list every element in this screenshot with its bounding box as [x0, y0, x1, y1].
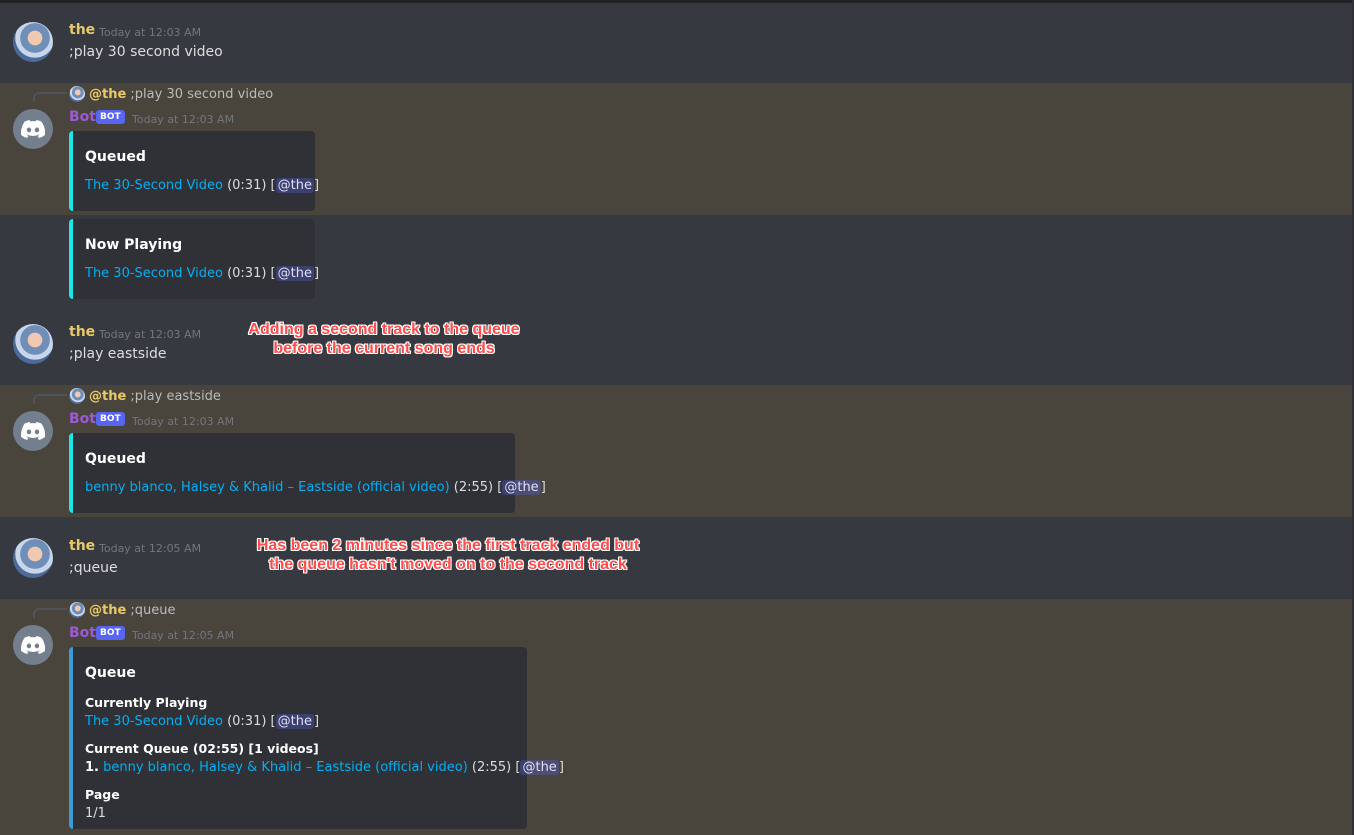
username[interactable]: the [69, 324, 95, 340]
current-queue-label: Current Queue (02:55) [1 videos] [85, 741, 319, 756]
bracket-close: ] [558, 760, 564, 775]
track-link[interactable]: The 30-Second Video [85, 266, 223, 281]
embed: Now Playing The 30-Second Video (0:31) [… [69, 219, 319, 299]
page-label: Page [85, 787, 120, 802]
avatar[interactable] [13, 22, 53, 62]
currently-playing-label: Currently Playing [85, 695, 208, 710]
timestamp: Today at 12:03 AM [132, 415, 235, 428]
track-link[interactable]: benny blanco, Halsey & Khalid – Eastside… [85, 480, 450, 495]
username[interactable]: the [69, 22, 95, 38]
timestamp: Today at 12:03 AM [99, 328, 202, 341]
embed-title: Now Playing [85, 237, 183, 253]
user-mention[interactable]: @the [275, 266, 314, 281]
avatar[interactable] [13, 109, 53, 149]
embed-title: Queue [85, 665, 136, 681]
reply-preview[interactable]: @the ;play eastside [89, 389, 221, 404]
annotation-line: Has been 2 minutes since the first track… [256, 537, 640, 554]
reply-preview[interactable]: @the ;queue [89, 603, 176, 618]
annotation-line: the queue hasn't moved on to the second … [269, 556, 627, 573]
discord-icon [21, 120, 45, 138]
reply-content: ;play eastside [126, 389, 221, 404]
track-link[interactable]: The 30-Second Video [85, 178, 223, 193]
avatar[interactable] [13, 411, 53, 451]
track-duration: (0:31) [ [222, 266, 276, 281]
user-mention[interactable]: @the [502, 480, 541, 495]
reply-mention[interactable]: @the [89, 389, 126, 404]
current-track-line: The 30-Second Video (0:31) [@the] [85, 714, 319, 729]
timestamp: Today at 12:05 AM [99, 542, 202, 555]
bot-badge: BOT [96, 110, 125, 124]
reply-mention[interactable]: @the [89, 87, 126, 102]
reply-connector [33, 92, 67, 102]
reply-mention[interactable]: @the [89, 603, 126, 618]
embed: Queued The 30-Second Video (0:31) [@the] [69, 131, 319, 211]
user-mention[interactable]: @the [520, 760, 559, 775]
reply-content: ;play 30 second video [126, 87, 274, 102]
discord-icon [21, 422, 45, 440]
reply-avatar [69, 602, 85, 618]
user-mention[interactable]: @the [275, 714, 314, 729]
bot-badge: BOT [96, 626, 125, 640]
track-duration: (2:55) [ [467, 760, 521, 775]
page-value: 1/1 [85, 806, 106, 821]
track-link[interactable]: benny blanco, Halsey & Khalid – Eastside… [103, 760, 468, 775]
bot-badge: BOT [96, 412, 125, 426]
track-link[interactable]: The 30-Second Video [85, 714, 223, 729]
track-duration: (0:31) [ [222, 178, 276, 193]
embed: Queued benny blanco, Halsey & Khalid – E… [69, 433, 546, 513]
user-mention[interactable]: @the [275, 178, 314, 193]
timestamp: Today at 12:03 AM [99, 26, 202, 39]
track-duration: (0:31) [ [222, 714, 276, 729]
bracket-close: ] [313, 714, 320, 729]
annotation-line: Adding a second track to the queue [248, 321, 520, 338]
avatar[interactable] [13, 324, 53, 364]
embed: Queue Currently Playing The 30-Second Vi… [69, 647, 564, 829]
embed-description: The 30-Second Video (0:31) [@the] [85, 178, 319, 193]
reply-avatar [69, 86, 85, 102]
top-border [0, 0, 1354, 3]
discord-icon [21, 636, 45, 654]
timestamp: Today at 12:05 AM [132, 629, 235, 642]
avatar[interactable] [13, 538, 53, 578]
bracket-close: ] [540, 480, 546, 495]
avatar[interactable] [13, 625, 53, 665]
bracket-close: ] [313, 178, 320, 193]
embed-description: benny blanco, Halsey & Khalid – Eastside… [85, 480, 546, 495]
reply-connector [33, 394, 67, 404]
message-text: ;play eastside [69, 346, 167, 362]
reply-avatar [69, 388, 85, 404]
reply-preview[interactable]: @the ;play 30 second video [89, 87, 273, 102]
reply-connector [33, 608, 67, 618]
track-duration: (2:55) [ [449, 480, 503, 495]
message-text: ;play 30 second video [69, 44, 223, 60]
queue-index: 1. [85, 760, 99, 775]
username[interactable]: the [69, 538, 95, 554]
bot-name[interactable]: Bot [69, 109, 96, 125]
bracket-close: ] [313, 266, 320, 281]
message-text: ;queue [69, 560, 118, 576]
annotation-line: before the current song ends [273, 340, 495, 357]
timestamp: Today at 12:03 AM [132, 113, 235, 126]
queue-track-line: 1. benny blanco, Halsey & Khalid – Easts… [85, 760, 564, 775]
annotation-overlay: Has been 2 minutes since the first track… [232, 536, 664, 574]
embed-title: Queued [85, 451, 146, 467]
annotation-overlay: Adding a second track to the queue befor… [226, 320, 542, 358]
embed-description: The 30-Second Video (0:31) [@the] [85, 266, 319, 281]
bot-name[interactable]: Bot [69, 625, 96, 641]
reply-content: ;queue [126, 603, 176, 618]
bot-name[interactable]: Bot [69, 411, 96, 427]
embed-title: Queued [85, 149, 146, 165]
